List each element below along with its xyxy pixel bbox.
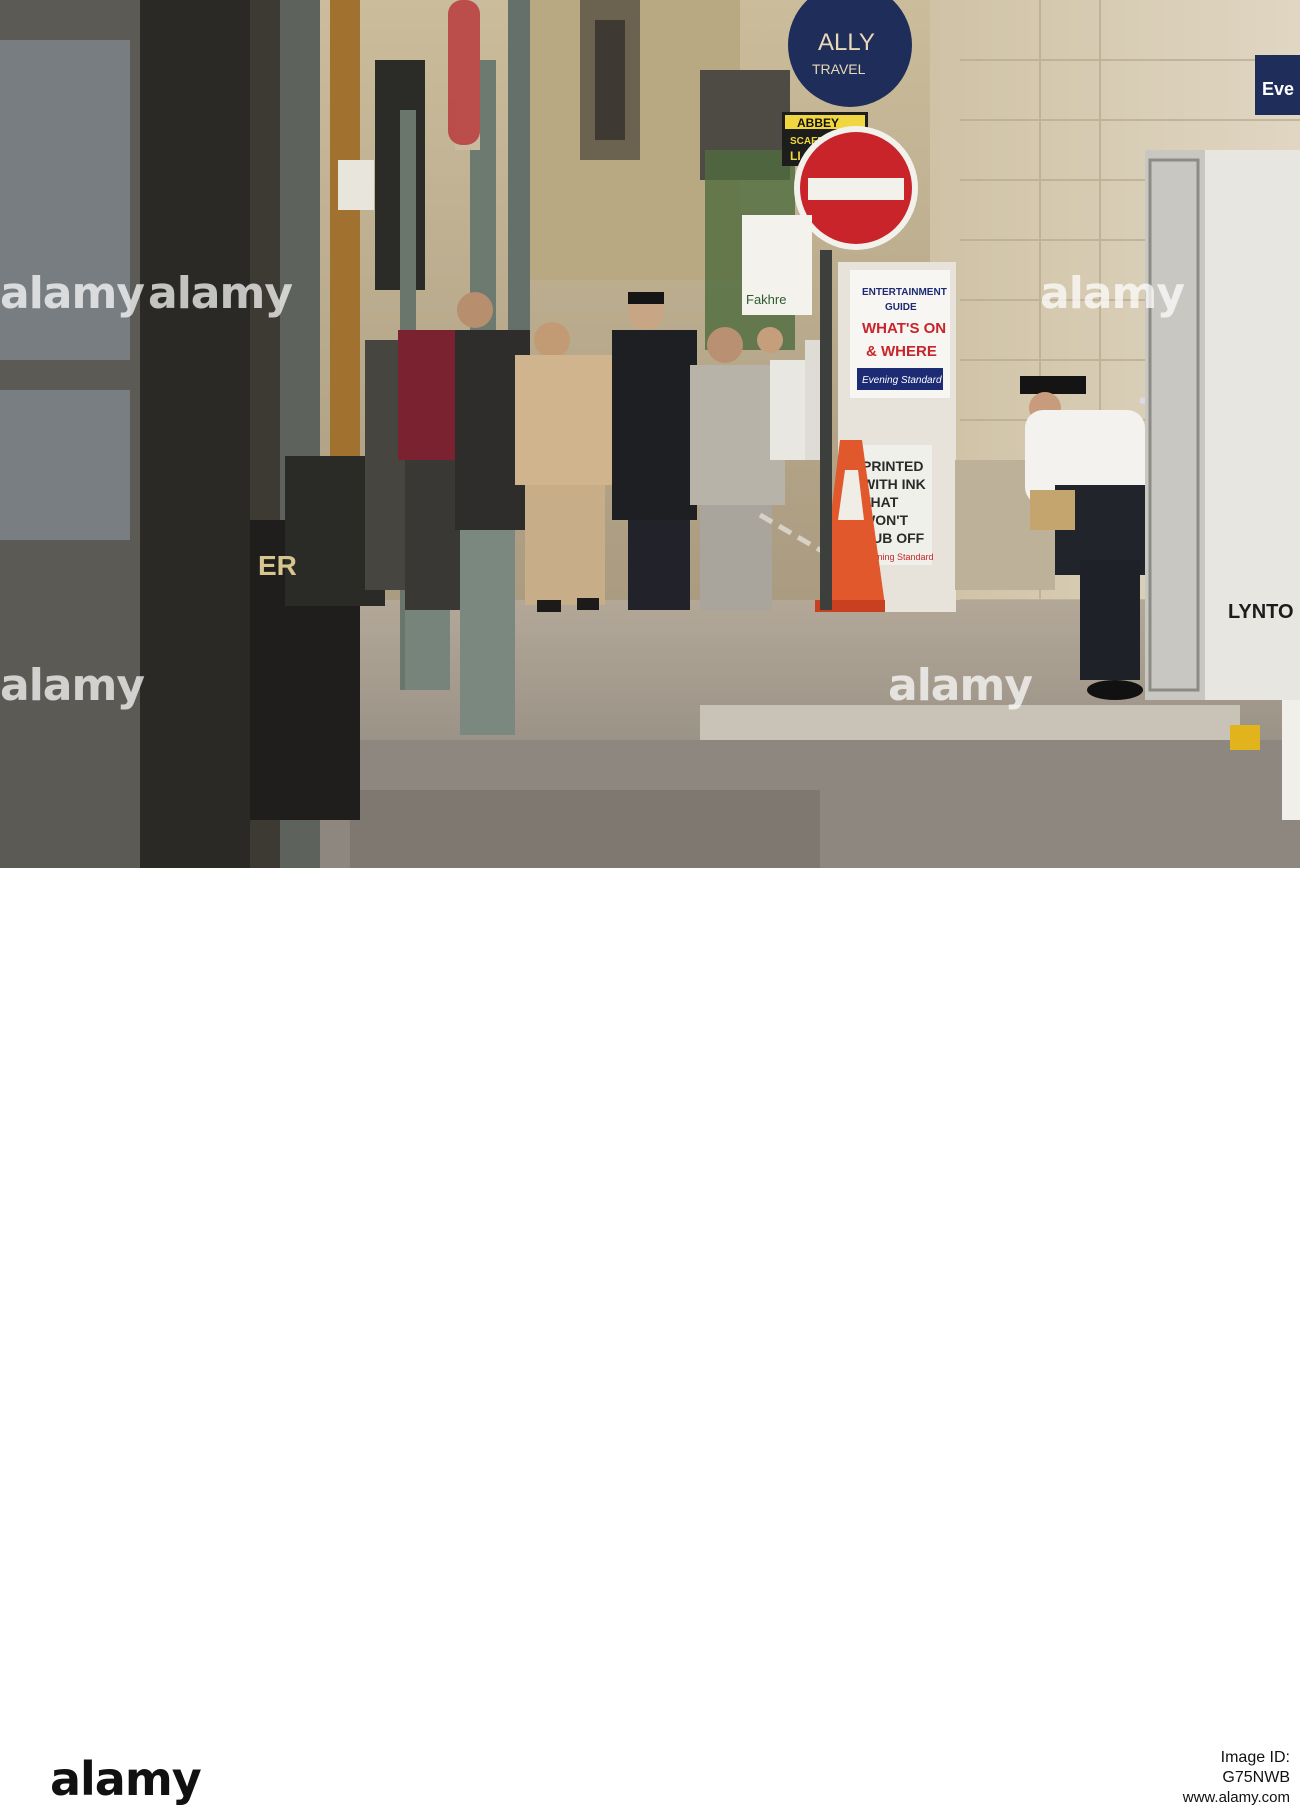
top-right-sign: Eve <box>1255 55 1300 115</box>
image-id: Image ID: G75NWB <box>1220 1749 1290 1786</box>
street-photo: ER ENTERTAINMENT GUIDE WHAT'S ON & WHERE… <box>0 0 1300 868</box>
travel-sign-line: ALLY <box>818 29 875 56</box>
site-link[interactable]: www.alamy.com <box>1170 1788 1290 1808</box>
board-line: PRINTED <box>862 458 923 474</box>
trailer-lettering: LYNTO <box>1228 601 1294 623</box>
kiosk-line: ENTERTAINMENT <box>862 287 947 298</box>
bin-lettering: ER <box>258 550 297 581</box>
one-way-sign <box>448 0 480 145</box>
kiosk-line: WHAT'S ON <box>862 320 946 337</box>
kiosk-line: Evening Standard <box>862 375 942 386</box>
image-info: Image ID: G75NWB www.alamy.com <box>1170 1748 1290 1808</box>
stock-footer: alamy Image ID: G75NWB www.alamy.com <box>0 868 1300 1806</box>
stock-logo[interactable]: alamy <box>50 1752 202 1806</box>
restaurant-sign-text: Fakhre <box>746 292 786 307</box>
board-line: WITH INK <box>862 476 926 492</box>
top-right-sign-text: Eve <box>1262 79 1294 99</box>
travel-sign-line: TRAVEL <box>812 61 866 77</box>
restaurant-sign: Fakhre <box>742 215 812 315</box>
abbey-sign-line: LI <box>790 149 801 163</box>
abbey-sign-line: ABBEY <box>797 116 839 130</box>
kiosk-line: & WHERE <box>866 343 937 360</box>
equipment-trailer: LYNTO <box>1145 150 1300 700</box>
kiosk-line: GUIDE <box>885 302 917 313</box>
